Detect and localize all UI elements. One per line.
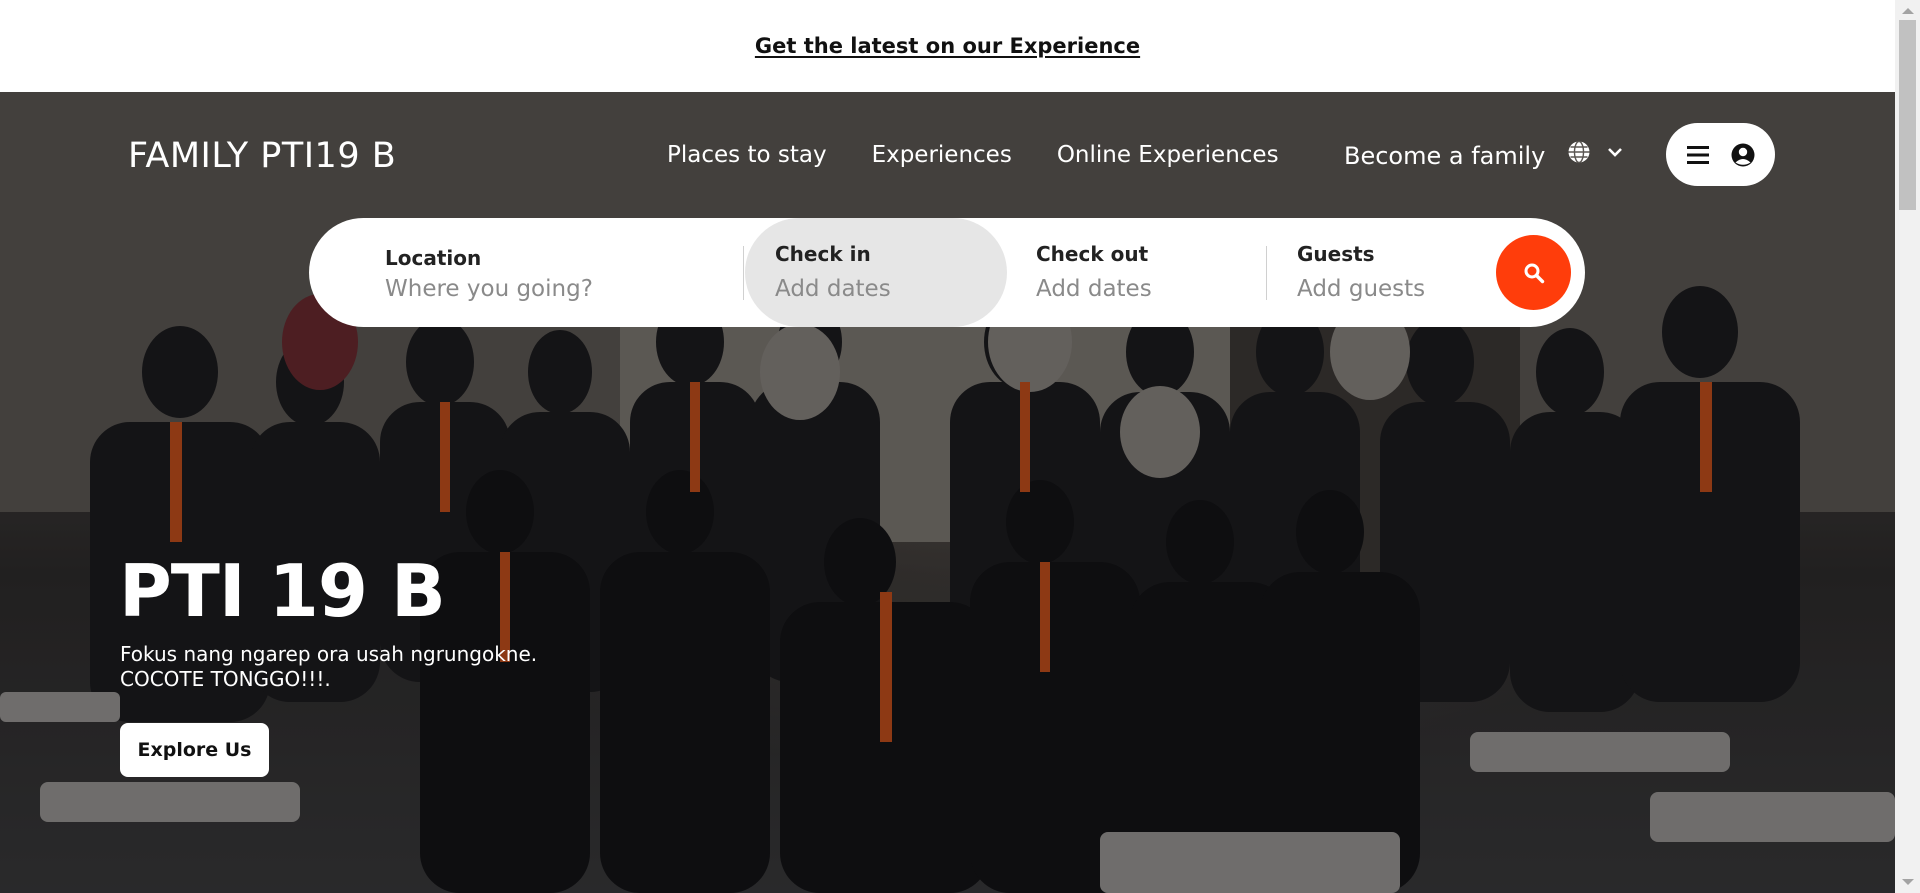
hero-section: FAMILY PTI19 B Places to stay Experience…: [0, 92, 1895, 893]
check-in-field[interactable]: Check in Add dates: [745, 218, 1007, 327]
search-bar: Location Where you going? Check in Add d…: [309, 218, 1585, 327]
announcement-bar: Get the latest on our Experience: [0, 0, 1895, 92]
chevron-down-icon: [1608, 148, 1622, 157]
hero-subtitle-line: COCOTE TONGGO!!!.: [120, 667, 331, 691]
search-button[interactable]: [1496, 235, 1571, 310]
search-divider: [743, 246, 744, 300]
hero-overlay: [0, 92, 1895, 893]
become-family-link[interactable]: Become a family: [1344, 142, 1545, 170]
hero-subtitle-line: Fokus nang ngarep ora usah ngrungokne.: [120, 642, 538, 666]
scroll-down-arrow-icon[interactable]: [1902, 879, 1914, 885]
check-in-value: Add dates: [775, 276, 891, 302]
scroll-up-arrow-icon[interactable]: [1902, 8, 1914, 14]
check-in-label: Check in: [775, 242, 871, 266]
main-nav: Places to stay Experiences Online Experi…: [667, 142, 1279, 168]
location-label: Location: [385, 246, 482, 270]
hamburger-icon: [1686, 145, 1709, 164]
language-selector[interactable]: [1567, 140, 1623, 164]
latest-experience-link[interactable]: Get the latest on our Experience: [755, 34, 1140, 58]
user-circle-icon: [1731, 143, 1754, 166]
page-scrollbar[interactable]: [1895, 0, 1920, 893]
location-input[interactable]: Where you going?: [385, 276, 593, 302]
explore-us-button[interactable]: Explore Us: [120, 723, 269, 777]
nav-online-experiences[interactable]: Online Experiences: [1057, 142, 1279, 168]
check-out-value: Add dates: [1036, 276, 1152, 302]
check-out-label: Check out: [1036, 242, 1149, 266]
search-divider: [1266, 246, 1267, 300]
site-logo[interactable]: FAMILY PTI19 B: [128, 136, 396, 176]
search-icon: [1524, 263, 1544, 283]
nav-experiences[interactable]: Experiences: [872, 142, 1012, 168]
guests-label: Guests: [1297, 242, 1375, 266]
scrollbar-thumb[interactable]: [1899, 20, 1916, 210]
guests-value: Add guests: [1297, 276, 1426, 302]
guests-field[interactable]: Guests Add guests: [1297, 218, 1497, 327]
nav-places-to-stay[interactable]: Places to stay: [667, 142, 827, 168]
user-menu-button[interactable]: [1666, 123, 1775, 186]
location-field[interactable]: Location Where you going?: [309, 218, 743, 327]
hero-title: PTI 19 B: [119, 549, 446, 633]
hero-subtitle: Fokus nang ngarep ora usah ngrungokne. C…: [120, 642, 537, 692]
check-out-field[interactable]: Check out Add dates: [1036, 218, 1256, 327]
globe-icon: [1568, 140, 1590, 164]
